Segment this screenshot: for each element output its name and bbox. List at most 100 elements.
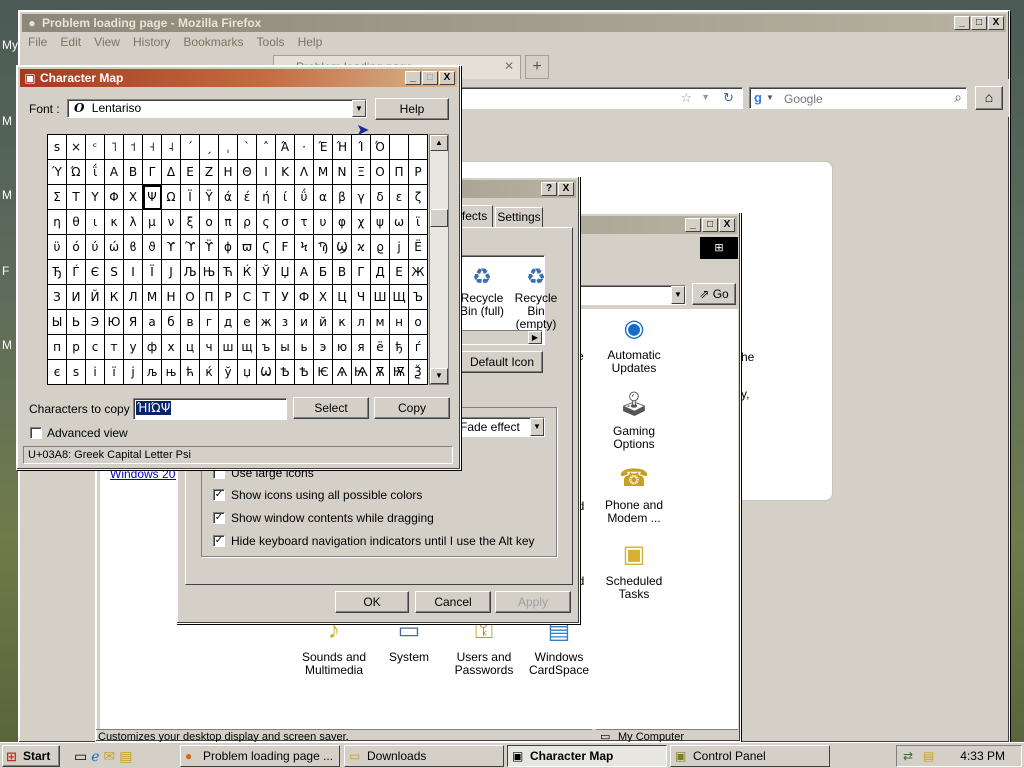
char-cell[interactable]: н <box>390 310 409 335</box>
char-cell[interactable]: С <box>238 285 257 310</box>
explorer-icon[interactable]: ▤ <box>119 745 132 767</box>
google-icon[interactable]: g <box>754 90 762 105</box>
desktop-icon-label[interactable]: M <box>2 188 12 202</box>
char-cell[interactable]: Κ <box>276 160 295 185</box>
char-cell[interactable]: ζ <box>409 185 428 210</box>
char-cell[interactable]: Ή <box>333 135 352 160</box>
char-cell[interactable]: Ѧ <box>333 360 352 385</box>
select-button[interactable]: Select <box>293 397 369 419</box>
char-cell[interactable]: с <box>86 335 105 360</box>
char-cell[interactable]: и <box>295 310 314 335</box>
char-cell[interactable]: Н <box>162 285 181 310</box>
char-cell[interactable]: а <box>143 310 162 335</box>
char-cell[interactable]: Љ <box>181 260 200 285</box>
search-bar[interactable]: g ▼ Google ⌕ <box>749 87 967 109</box>
char-cell[interactable]: Π <box>390 160 409 185</box>
apply-button[interactable]: Apply <box>495 591 571 613</box>
char-cell[interactable]: Ι <box>257 160 276 185</box>
char-cell[interactable]: ˨ <box>162 135 181 160</box>
char-cell[interactable]: Џ <box>276 260 295 285</box>
char-cell[interactable]: ᶜ <box>86 135 105 160</box>
char-cell[interactable]: э <box>314 335 333 360</box>
cp-minimize-button[interactable]: _ <box>685 218 701 232</box>
char-cell[interactable]: к <box>333 310 352 335</box>
char-cell[interactable]: Λ <box>295 160 314 185</box>
char-cell[interactable]: Б <box>314 260 333 285</box>
char-cell[interactable]: ϋ <box>48 235 67 260</box>
char-cell[interactable]: Є <box>86 260 105 285</box>
char-cell[interactable]: Ж <box>409 260 428 285</box>
char-cell[interactable]: Ѭ <box>390 360 409 385</box>
char-cell[interactable]: ψ <box>371 210 390 235</box>
char-cell[interactable]: Ћ <box>219 260 238 285</box>
char-cell[interactable]: Ј <box>162 260 181 285</box>
char-cell[interactable]: ϐ <box>124 235 143 260</box>
char-cell[interactable]: Ό <box>371 135 390 160</box>
charmap-maximize-button[interactable]: □ <box>422 71 438 85</box>
cp-maximize-button[interactable]: □ <box>702 218 718 232</box>
char-cell[interactable]: Ϋ <box>200 185 219 210</box>
char-cell[interactable]: џ <box>238 360 257 385</box>
char-cell[interactable]: ώ <box>105 235 124 260</box>
advanced-view-checkbox[interactable] <box>30 427 42 439</box>
char-cell[interactable]: Ϝ <box>276 235 295 260</box>
char-cell[interactable]: Δ <box>162 160 181 185</box>
address-combobox[interactable]: ▼ <box>576 285 686 305</box>
taskbar-character-map[interactable]: ▣ Character Map <box>507 745 667 767</box>
char-cell[interactable]: ї <box>105 360 124 385</box>
char-cell[interactable]: я <box>352 335 371 360</box>
ie-icon[interactable]: ℯ <box>91 745 99 767</box>
char-cell[interactable]: Φ <box>105 185 124 210</box>
char-cell[interactable]: З <box>48 285 67 310</box>
char-cell[interactable]: ϔ <box>200 235 219 260</box>
char-cell[interactable]: Ѣ <box>295 360 314 385</box>
char-cell[interactable]: Β <box>124 160 143 185</box>
character-grid-scrollbar[interactable]: ▲ ▼ <box>429 134 449 385</box>
char-cell[interactable]: Χ <box>124 185 143 210</box>
char-cell[interactable]: л <box>352 310 371 335</box>
char-cell[interactable]: ў <box>219 360 238 385</box>
default-icon-button[interactable]: Default Icon <box>461 351 543 373</box>
char-cell[interactable]: М <box>143 285 162 310</box>
char-cell[interactable]: ф <box>143 335 162 360</box>
char-cell[interactable]: ђ <box>390 335 409 360</box>
char-cell[interactable]: Σ <box>48 185 67 210</box>
char-cell[interactable]: Μ <box>314 160 333 185</box>
search-icon[interactable]: ⌕ <box>954 89 962 106</box>
char-cell[interactable]: ε <box>390 185 409 210</box>
menu-history[interactable]: History <box>128 35 175 49</box>
char-cell[interactable]: Ѣ <box>276 360 295 385</box>
desktop-icon-label[interactable]: M <box>2 338 12 352</box>
menu-help[interactable]: Help <box>293 35 328 49</box>
cp-item-cardspace[interactable]: ▤ Windows CardSpace <box>519 615 599 677</box>
cancel-button[interactable]: Cancel <box>415 591 491 613</box>
font-select[interactable]: O Lentariso ▼ <box>67 99 367 118</box>
char-cell[interactable]: μ <box>143 210 162 235</box>
dp-help-button[interactable]: ? <box>541 182 557 196</box>
dropdown-arrow-icon[interactable]: ▼ <box>530 418 544 436</box>
bookmark-star-icon[interactable]: ☆ <box>680 90 692 106</box>
char-cell[interactable]: Њ <box>200 260 219 285</box>
char-cell[interactable]: ˥ <box>105 135 124 160</box>
char-cell[interactable]: б <box>162 310 181 335</box>
tab-settings[interactable]: Settings <box>495 207 543 227</box>
desktop-icon-label[interactable]: F <box>2 264 9 278</box>
network-icon[interactable]: ⇄ <box>903 746 913 766</box>
char-cell[interactable]: τ <box>295 210 314 235</box>
cp-item-gaming-options[interactable]: 🕹 Gaming Options <box>594 389 674 451</box>
char-cell[interactable]: ι <box>86 210 105 235</box>
char-cell[interactable]: Έ <box>314 135 333 160</box>
char-cell[interactable]: Ώ <box>67 160 86 185</box>
tray-app-icon[interactable]: ▤ <box>923 746 934 766</box>
char-cell[interactable]: ю <box>333 335 352 360</box>
char-cell[interactable]: В <box>333 260 352 285</box>
copy-button[interactable]: Copy <box>374 397 450 419</box>
taskbar-control-panel[interactable]: ▣ Control Panel <box>670 745 830 767</box>
url-bar[interactable]: ☆ ▼ ↻ <box>459 87 743 109</box>
char-cell[interactable]: ω <box>390 210 409 235</box>
engine-dropdown-icon[interactable]: ▼ <box>766 93 774 102</box>
tab-close-icon[interactable]: ✕ <box>504 59 514 73</box>
char-cell[interactable]: Ш <box>371 285 390 310</box>
char-cell[interactable]: А <box>295 260 314 285</box>
characters-to-copy-input[interactable]: ΉΙΏΨ <box>133 398 287 420</box>
